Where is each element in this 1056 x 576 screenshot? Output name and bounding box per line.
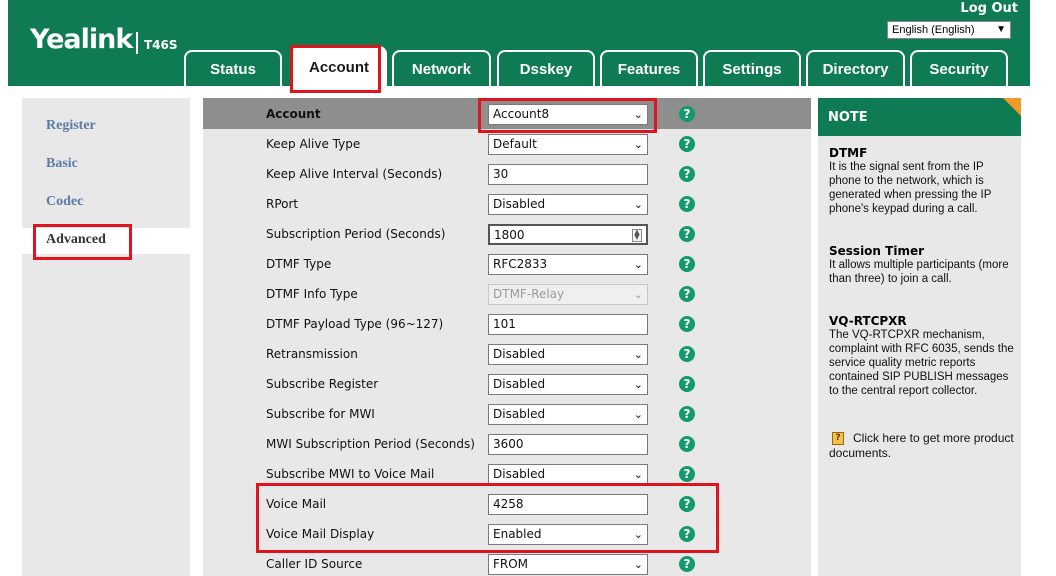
note-title-vq-rtcpxr: VQ-RTCPXR xyxy=(829,314,907,328)
label-retransmission: Retransmission xyxy=(266,347,358,361)
chevron-down-icon: ⌄ xyxy=(633,348,643,361)
label-subscribe-mwi-voicemail: Subscribe MWI to Voice Mail xyxy=(266,467,435,481)
label-account: Account xyxy=(266,107,321,121)
label-voice-mail: Voice Mail xyxy=(266,497,327,511)
tab-account[interactable]: Account xyxy=(291,46,387,86)
help-question-icon[interactable]: ? xyxy=(679,106,695,122)
tab-features[interactable]: Features xyxy=(600,50,698,86)
input-dtmf-payload-type[interactable]: 101 xyxy=(488,314,648,335)
chevron-down-icon: ⌄ xyxy=(633,288,643,301)
nav-item-basic[interactable]: Basic xyxy=(46,156,78,172)
tab-settings[interactable]: Settings xyxy=(703,50,801,86)
help-question-icon[interactable]: ? xyxy=(679,346,695,362)
help-question-icon[interactable]: ? xyxy=(679,436,695,452)
chevron-down-icon: ⌄ xyxy=(633,408,643,421)
help-question-icon[interactable]: ? xyxy=(679,496,695,512)
label-subscribe-register: Subscribe Register xyxy=(266,377,379,391)
label-subscription-period: Subscription Period (Seconds) xyxy=(266,227,446,241)
select-account[interactable]: Account8 ⌄ xyxy=(488,104,648,125)
brand-logo: Yealink xyxy=(30,24,133,55)
label-keep-alive-interval: Keep Alive Interval (Seconds) xyxy=(266,167,443,181)
header-bar: Yealink T46S Log Out English (English) ▼… xyxy=(8,0,1030,86)
select-dtmf-info-type: DTMF-Relay ⌄ xyxy=(488,284,648,305)
tab-dsskey[interactable]: Dsskey xyxy=(497,50,595,86)
label-dtmf-payload-type: DTMF Payload Type (96~127) xyxy=(266,317,444,331)
note-text-dtmf: It is the signal sent from the IP phone … xyxy=(829,161,992,215)
chevron-down-icon: ▼ xyxy=(996,24,1006,35)
help-question-icon[interactable]: ? xyxy=(679,466,695,482)
input-voice-mail[interactable]: 4258 xyxy=(488,494,648,515)
account-advanced-form: Account Account8 ⌄ ? Keep Alive Type Defa… xyxy=(203,98,811,576)
tab-status[interactable]: Status xyxy=(184,50,282,86)
help-question-icon[interactable]: ? xyxy=(679,166,695,182)
select-subscribe-mwi[interactable]: Disabled ⌄ xyxy=(488,404,648,425)
label-voice-mail-display: Voice Mail Display xyxy=(266,527,375,541)
select-subscribe-register[interactable]: Disabled ⌄ xyxy=(488,374,648,395)
help-question-icon[interactable]: ? xyxy=(679,286,695,302)
note-title-session-timer: Session Timer xyxy=(829,244,925,258)
nav-item-register[interactable]: Register xyxy=(46,118,96,134)
note-panel: NOTE DTMF It is the signal sent from the… xyxy=(818,98,1021,576)
logout-link[interactable]: Log Out xyxy=(960,1,1018,16)
label-dtmf-type: DTMF Type xyxy=(266,257,332,271)
chevron-down-icon: ⌄ xyxy=(633,258,643,271)
tab-security[interactable]: Security xyxy=(910,50,1008,86)
select-keep-alive-type[interactable]: Default ⌄ xyxy=(488,134,648,155)
select-dtmf-type[interactable]: RFC2833 ⌄ xyxy=(488,254,648,275)
note-header: NOTE xyxy=(818,98,1021,136)
input-keep-alive-interval[interactable]: 30 xyxy=(488,164,648,185)
nav-item-codec[interactable]: Codec xyxy=(46,194,83,210)
select-caller-id-source[interactable]: FROM ⌄ xyxy=(488,554,648,575)
note-title-dtmf: DTMF xyxy=(829,146,868,160)
label-rport: RPort xyxy=(266,197,299,211)
select-retransmission[interactable]: Disabled ⌄ xyxy=(488,344,648,365)
chevron-down-icon: ⌄ xyxy=(633,468,643,481)
left-nav: Register Basic Codec Advanced xyxy=(22,98,198,576)
tab-network[interactable]: Network xyxy=(392,50,491,86)
note-corner-fold xyxy=(1003,98,1021,116)
label-caller-id-source: Caller ID Source xyxy=(266,557,363,571)
input-mwi-subscription-period[interactable]: 3600 xyxy=(488,434,648,455)
product-documents-link[interactable]: Click here to get more product documents… xyxy=(829,431,1015,461)
language-select[interactable]: English (English) ▼ xyxy=(887,21,1011,39)
chevron-down-icon: ⌄ xyxy=(633,378,643,391)
chevron-down-icon: ⌄ xyxy=(633,558,643,571)
label-mwi-subscription-period: MWI Subscription Period (Seconds) xyxy=(266,437,475,451)
help-question-icon[interactable]: ? xyxy=(679,226,695,242)
select-rport[interactable]: Disabled ⌄ xyxy=(488,194,648,215)
document-icon: ? xyxy=(832,432,844,445)
help-question-icon[interactable]: ? xyxy=(679,256,695,272)
help-question-icon[interactable]: ? xyxy=(679,376,695,392)
nav-item-advanced[interactable]: Advanced xyxy=(46,232,106,248)
label-keep-alive-type: Keep Alive Type xyxy=(266,137,361,151)
spinner-arrows-icon[interactable]: ▲ ▼ xyxy=(632,229,642,242)
tab-directory[interactable]: Directory xyxy=(806,50,905,86)
logo-divider xyxy=(136,32,138,54)
select-voice-mail-display[interactable]: Enabled ⌄ xyxy=(488,524,648,545)
help-question-icon[interactable]: ? xyxy=(679,136,695,152)
chevron-down-icon: ⌄ xyxy=(633,528,643,541)
help-question-icon[interactable]: ? xyxy=(679,526,695,542)
help-question-icon[interactable]: ? xyxy=(679,406,695,422)
help-question-icon[interactable]: ? xyxy=(679,556,695,572)
model-label: T46S xyxy=(144,38,178,52)
note-text-session-timer: It allows multiple participants (more th… xyxy=(829,259,1009,285)
label-dtmf-info-type: DTMF Info Type xyxy=(266,287,358,301)
select-subscribe-mwi-voicemail[interactable]: Disabled ⌄ xyxy=(488,464,648,485)
chevron-down-icon: ⌄ xyxy=(633,138,643,151)
stepper-subscription-period[interactable]: 1800 ▲ ▼ xyxy=(488,224,648,245)
chevron-down-icon: ⌄ xyxy=(633,198,643,211)
label-subscribe-mwi: Subscribe for MWI xyxy=(266,407,375,421)
help-question-icon[interactable]: ? xyxy=(679,316,695,332)
chevron-down-icon: ⌄ xyxy=(633,108,643,121)
note-text-vq-rtcpxr: The VQ-RTCPXR mechanism, complaint with … xyxy=(829,329,1014,397)
help-question-icon[interactable]: ? xyxy=(679,196,695,212)
language-value: English (English) xyxy=(892,24,975,36)
